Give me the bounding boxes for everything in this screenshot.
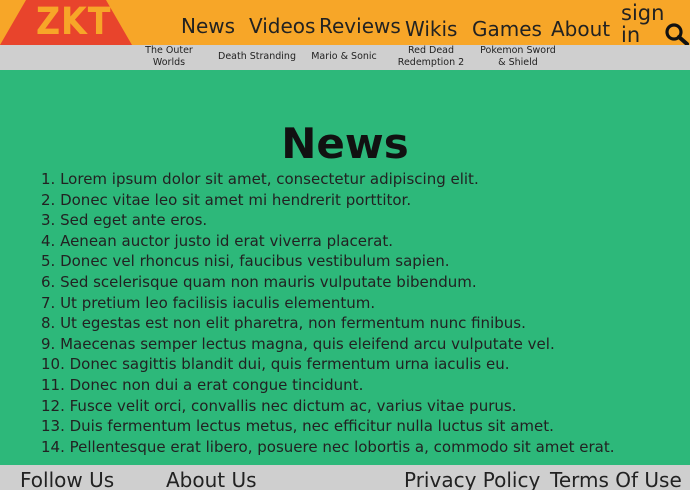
news-item: 10. Donec sagittis blandit dui, quis fer…	[41, 355, 510, 374]
news-list: 1. Lorem ipsum dolor sit amet, consectet…	[41, 169, 615, 457]
news-item: 14. Pellentesque erat libero, posuere ne…	[41, 437, 615, 456]
news-item: 3. Sed eget ante eros.	[41, 211, 208, 230]
news-item: 2. Donec vitae leo sit amet mi hendrerit…	[41, 190, 412, 209]
subnav-item-red-dead-redemption-2[interactable]: Red Dead Redemption 2	[396, 45, 466, 69]
logo-text: ZKT	[36, 0, 112, 43]
nav-reviews[interactable]: Reviews	[319, 15, 401, 37]
nav-videos[interactable]: Videos	[249, 15, 315, 37]
page-title: News	[281, 119, 409, 168]
news-item: 4. Aenean auctor justo id erat viverra p…	[41, 231, 394, 250]
game-subnav: The Outer Worlds Death Stranding Mario &…	[0, 45, 690, 70]
subnav-item-the-outer-worlds[interactable]: The Outer Worlds	[140, 45, 198, 69]
news-item: 1. Lorem ipsum dolor sit amet, consectet…	[41, 170, 479, 188]
news-item: 8. Ut egestas est non elit pharetra, non…	[41, 314, 526, 333]
news-item: 11. Donec non dui a erat congue tincidun…	[41, 375, 364, 394]
nav-games[interactable]: Games	[472, 18, 542, 40]
subnav-item-death-stranding[interactable]: Death Stranding	[214, 51, 300, 63]
header: ZKT News Videos Reviews Wikis Games Abou…	[0, 0, 690, 46]
search-icon[interactable]	[664, 22, 690, 46]
nav-wikis[interactable]: Wikis	[405, 18, 457, 40]
footer-follow-us-link[interactable]: Follow Us	[20, 468, 114, 490]
footer-terms-of-use-link[interactable]: Terms Of Use	[550, 468, 682, 490]
footer: Follow Us About Us Privacy Policy Terms …	[0, 465, 690, 490]
footer-privacy-policy-link[interactable]: Privacy Policy	[404, 468, 540, 490]
nav-news[interactable]: News	[181, 15, 235, 37]
subnav-item-mario-sonic[interactable]: Mario & Sonic	[306, 51, 382, 63]
footer-about-us-link[interactable]: About Us	[166, 468, 257, 490]
news-item: 9. Maecenas semper lectus magna, quis el…	[41, 334, 555, 353]
logo[interactable]: ZKT	[0, 0, 132, 45]
news-item: 7. Ut pretium leo facilisis iaculis elem…	[41, 293, 376, 312]
subnav-item-pokemon-sword-shield[interactable]: Pokemon Sword & Shield	[476, 45, 560, 69]
news-item: 12. Fusce velit orci, convallis nec dict…	[41, 396, 517, 415]
news-item: 6. Sed scelerisque quam non mauris vulpu…	[41, 272, 477, 291]
news-item: 13. Duis fermentum lectus metus, nec eff…	[41, 417, 554, 436]
nav-about[interactable]: About	[551, 18, 610, 40]
news-item: 5. Donec vel rhoncus nisi, faucibus vest…	[41, 252, 450, 271]
